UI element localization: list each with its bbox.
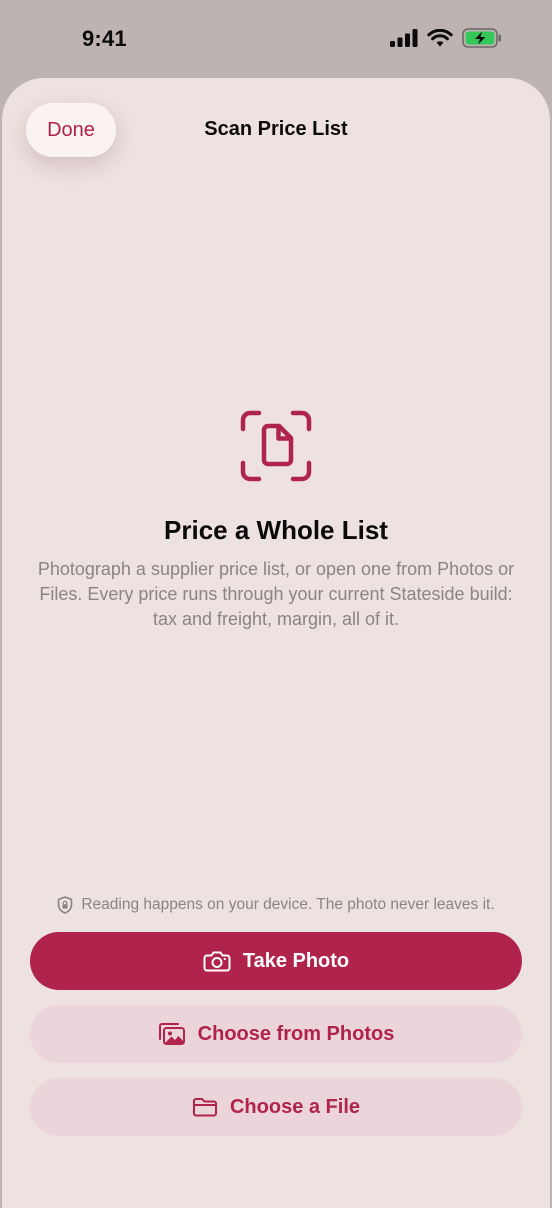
- document-scan-icon: [240, 410, 312, 482]
- privacy-text: Reading happens on your device. The phot…: [81, 896, 495, 913]
- take-photo-label: Take Photo: [242, 949, 350, 972]
- photos-icon: [158, 1023, 185, 1045]
- lock-shield-icon: [58, 896, 73, 914]
- camera-icon: [203, 951, 231, 972]
- status-icons: [390, 28, 502, 48]
- scan-sheet: Done Scan Price List Price a Whole List …: [2, 78, 550, 1208]
- hero-description: Photograph a supplier price list, or ope…: [37, 559, 515, 629]
- status-time: 9:41: [82, 26, 127, 51]
- take-photo-button[interactable]: Take Photo: [30, 932, 522, 990]
- hero-title: Price a Whole List: [164, 515, 388, 545]
- signal-icon: [390, 29, 418, 47]
- choose-a-file-label: Choose a File: [229, 1095, 361, 1118]
- choose-a-file-button[interactable]: Choose a File: [30, 1078, 522, 1136]
- choose-from-photos-label: Choose from Photos: [197, 1022, 395, 1045]
- choose-from-photos-button[interactable]: Choose from Photos: [30, 1005, 522, 1063]
- status-bar: 9:41: [0, 0, 552, 78]
- sheet-title: Scan Price List: [204, 118, 348, 140]
- folder-icon: [192, 1098, 217, 1117]
- wifi-icon: [427, 28, 453, 46]
- battery-charging-icon: [462, 28, 501, 48]
- privacy-note: Reading happens on your device. The phot…: [2, 896, 550, 914]
